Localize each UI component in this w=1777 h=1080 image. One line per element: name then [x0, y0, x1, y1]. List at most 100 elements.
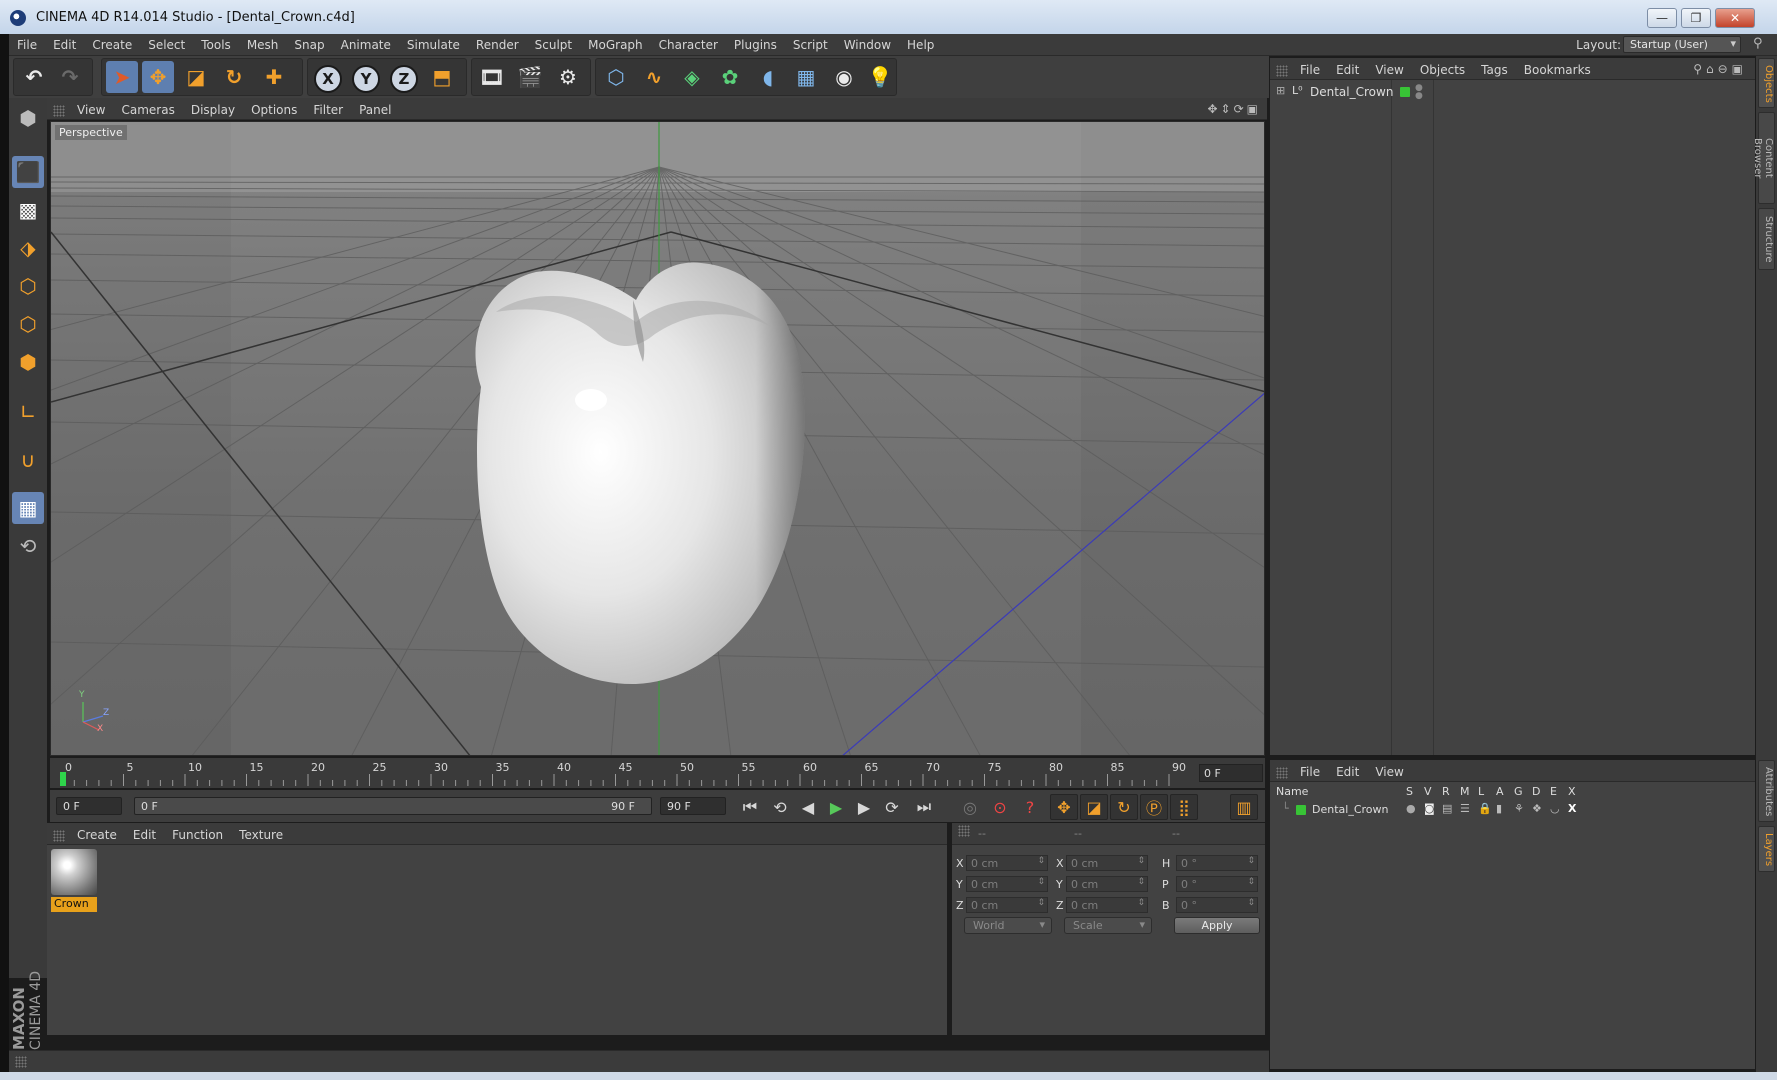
end-frame-field[interactable]: 90 F: [660, 797, 726, 815]
viewport-menu-display[interactable]: Display: [183, 98, 243, 117]
key-point-level-icon[interactable]: ⣿: [1170, 794, 1198, 820]
layer-menu-file[interactable]: File: [1292, 760, 1328, 779]
coordinate-scale-select[interactable]: Scale: [1064, 917, 1152, 934]
menu-animate[interactable]: Animate: [333, 34, 399, 56]
rot-b-field[interactable]: 0 °: [1176, 897, 1258, 913]
generators-icon[interactable]: ⚘: [1514, 802, 1524, 815]
model-mode-icon[interactable]: ⬛: [12, 156, 44, 188]
lock-icon[interactable]: 🔒: [1478, 802, 1492, 815]
playhead[interactable]: [60, 772, 66, 786]
redo-icon[interactable]: ↷: [54, 61, 86, 93]
light-icon[interactable]: 💡: [864, 61, 896, 93]
search-icon[interactable]: ⚲: [1753, 36, 1771, 54]
next-key-icon[interactable]: ⟳: [878, 794, 906, 820]
texture-mode-icon[interactable]: ▩: [12, 194, 44, 226]
object-menu-objects[interactable]: Objects: [1412, 58, 1473, 77]
layer-menu-edit[interactable]: Edit: [1328, 760, 1367, 779]
menu-render[interactable]: Render: [468, 34, 527, 56]
menu-snap[interactable]: Snap: [286, 34, 332, 56]
xref-icon[interactable]: X: [1568, 802, 1576, 815]
play-icon[interactable]: ▶: [822, 794, 850, 820]
animation-icon[interactable]: ▮: [1496, 802, 1502, 815]
layer-color-swatch[interactable]: [1400, 87, 1410, 97]
viewport-menu-cameras[interactable]: Cameras: [113, 98, 182, 117]
coordinate-system-icon[interactable]: ⬒: [426, 61, 458, 93]
deformer-icon[interactable]: ◖: [752, 61, 784, 93]
object-manager-tool-icons[interactable]: ⚲⌂⊖▣: [1693, 62, 1747, 76]
timeline-window-icon[interactable]: ▥: [1230, 794, 1258, 820]
menu-select[interactable]: Select: [140, 34, 193, 56]
key-position-icon[interactable]: ✥: [1050, 794, 1078, 820]
key-parameter-icon[interactable]: Ⓟ: [1140, 794, 1168, 820]
add-tool-icon[interactable]: ✚: [258, 61, 290, 93]
live-selection-icon[interactable]: ➤: [106, 61, 138, 93]
go-to-start-icon[interactable]: ⏮: [736, 794, 764, 820]
undo-icon[interactable]: ↶: [18, 61, 50, 93]
layer-name[interactable]: Dental_Crown: [1312, 803, 1388, 816]
x-axis-lock-icon[interactable]: X: [314, 65, 342, 93]
size-y-field[interactable]: 0 cm: [1066, 876, 1148, 892]
object-menu-file[interactable]: File: [1292, 58, 1328, 77]
keyframe-selection-icon[interactable]: ?: [1016, 794, 1044, 820]
menu-edit[interactable]: Edit: [45, 34, 84, 56]
points-mode-icon[interactable]: ⬡: [12, 270, 44, 302]
restore-button[interactable]: ❐: [1681, 8, 1711, 28]
key-rotation-icon[interactable]: ↻: [1110, 794, 1138, 820]
preview-range-slider[interactable]: 0 F 90 F: [134, 797, 652, 815]
viewport-navigation-icons[interactable]: ✥⇕⟳▣: [1207, 102, 1261, 116]
perspective-viewport[interactable]: Perspective Y Z X: [50, 121, 1265, 756]
object-menu-edit[interactable]: Edit: [1328, 58, 1367, 77]
z-axis-lock-icon[interactable]: Z: [390, 65, 418, 93]
material-menu-create[interactable]: Create: [69, 823, 125, 842]
menu-file[interactable]: File: [9, 34, 45, 56]
render-settings-icon[interactable]: ⚙: [552, 61, 584, 93]
rot-h-field[interactable]: 0 °: [1176, 855, 1258, 871]
menu-help[interactable]: Help: [899, 34, 942, 56]
array-icon[interactable]: ✿: [714, 61, 746, 93]
menu-tools[interactable]: Tools: [193, 34, 239, 56]
scale-tool-icon[interactable]: ◪: [180, 61, 212, 93]
material-menu-texture[interactable]: Texture: [231, 823, 291, 842]
tab-content-browser[interactable]: Content Browser: [1752, 112, 1775, 204]
material-thumbnail[interactable]: [51, 849, 97, 895]
y-axis-lock-icon[interactable]: Y: [352, 65, 380, 93]
menu-window[interactable]: Window: [836, 34, 899, 56]
record-position-icon[interactable]: ◎: [956, 794, 984, 820]
go-to-end-icon[interactable]: ⏭: [910, 794, 938, 820]
rot-p-field[interactable]: 0 °: [1176, 876, 1258, 892]
start-frame-field[interactable]: 0 F: [56, 797, 122, 815]
tab-attributes[interactable]: Attributes: [1758, 760, 1775, 822]
menu-plugins[interactable]: Plugins: [726, 34, 785, 56]
object-menu-view[interactable]: View: [1367, 58, 1411, 77]
key-scale-icon[interactable]: ◪: [1080, 794, 1108, 820]
object-menu-bookmarks[interactable]: Bookmarks: [1516, 58, 1599, 77]
cube-icon[interactable]: ⬡: [600, 61, 632, 93]
pos-y-field[interactable]: 0 cm: [966, 876, 1048, 892]
workplane-icon[interactable]: ⬗: [12, 232, 44, 264]
tab-structure[interactable]: Structure: [1758, 208, 1775, 270]
menu-create[interactable]: Create: [84, 34, 140, 56]
render-picture-viewer-icon[interactable]: 🎬: [514, 61, 546, 93]
object-menu-tags[interactable]: Tags: [1473, 58, 1516, 77]
tab-objects[interactable]: Objects: [1758, 58, 1775, 108]
viewport-menu-filter[interactable]: Filter: [305, 98, 351, 117]
manager-icon[interactable]: ☰: [1460, 802, 1470, 815]
menu-character[interactable]: Character: [651, 34, 726, 56]
snap-magnet-icon[interactable]: ∪: [12, 444, 44, 476]
visibility-dots-icon[interactable]: ● ●: [1415, 84, 1423, 101]
current-frame-field[interactable]: 0 F: [1199, 764, 1263, 782]
previous-key-icon[interactable]: ⟲: [766, 794, 794, 820]
planar-workplane-icon[interactable]: ⟲: [12, 530, 44, 562]
rotate-tool-icon[interactable]: ↻: [218, 61, 250, 93]
pos-x-field[interactable]: 0 cm: [966, 855, 1048, 871]
close-button[interactable]: ✕: [1715, 8, 1755, 28]
layer-row-dental-crown[interactable]: └ Dental_Crown ● ◙ ▤ ☰ 🔒 ▮ ⚘ ❖ ◡ X: [1270, 802, 1755, 818]
minimize-button[interactable]: —: [1647, 8, 1677, 28]
solo-icon[interactable]: ●: [1406, 802, 1416, 815]
viewport-menu-options[interactable]: Options: [243, 98, 305, 117]
autokey-icon[interactable]: ⊙: [986, 794, 1014, 820]
next-frame-icon[interactable]: ▶: [850, 794, 878, 820]
camera-icon[interactable]: ◉: [828, 61, 860, 93]
object-name[interactable]: Dental_Crown: [1310, 85, 1393, 99]
size-x-field[interactable]: 0 cm: [1066, 855, 1148, 871]
